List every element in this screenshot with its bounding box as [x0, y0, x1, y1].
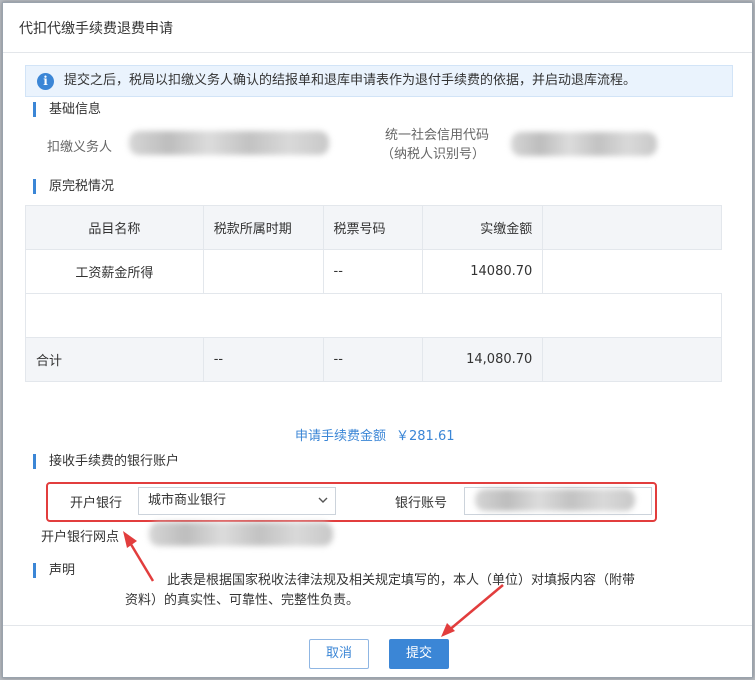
annotation-arrows [123, 531, 504, 637]
refund-dialog: 代扣代缴手续费退费申请 i 提交之后，税局以扣缴义务人确认的结报单和退库申请表作… [2, 2, 753, 678]
annotation-arrow-branch [127, 540, 155, 582]
annotation-arrow-submit [447, 584, 504, 632]
annotation-arrowhead-branch [123, 531, 137, 548]
annotation-arrowhead-submit [441, 623, 455, 637]
